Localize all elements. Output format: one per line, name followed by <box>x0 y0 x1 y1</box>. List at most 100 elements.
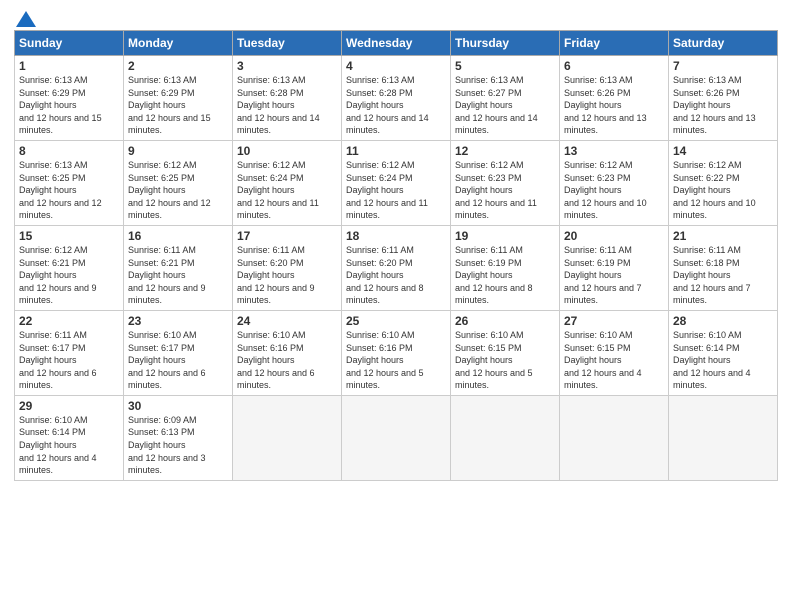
day-number: 15 <box>19 229 119 243</box>
weekday-header-friday: Friday <box>560 31 669 56</box>
day-number: 9 <box>128 144 228 158</box>
day-info: Sunrise: 6:11 AM Sunset: 6:19 PM Dayligh… <box>564 244 664 307</box>
day-number: 13 <box>564 144 664 158</box>
calendar-day-cell <box>233 395 342 480</box>
day-info: Sunrise: 6:10 AM Sunset: 6:15 PM Dayligh… <box>564 329 664 392</box>
weekday-header-wednesday: Wednesday <box>342 31 451 56</box>
day-info: Sunrise: 6:12 AM Sunset: 6:25 PM Dayligh… <box>128 159 228 222</box>
day-number: 16 <box>128 229 228 243</box>
day-number: 6 <box>564 59 664 73</box>
calendar-day-cell: 14 Sunrise: 6:12 AM Sunset: 6:22 PM Dayl… <box>669 140 778 225</box>
day-number: 12 <box>455 144 555 158</box>
day-info: Sunrise: 6:13 AM Sunset: 6:25 PM Dayligh… <box>19 159 119 222</box>
day-info: Sunrise: 6:11 AM Sunset: 6:21 PM Dayligh… <box>128 244 228 307</box>
day-number: 28 <box>673 314 773 328</box>
calendar-week-row: 15 Sunrise: 6:12 AM Sunset: 6:21 PM Dayl… <box>15 225 778 310</box>
calendar-day-cell: 25 Sunrise: 6:10 AM Sunset: 6:16 PM Dayl… <box>342 310 451 395</box>
calendar-day-cell <box>451 395 560 480</box>
day-info: Sunrise: 6:11 AM Sunset: 6:19 PM Dayligh… <box>455 244 555 307</box>
day-number: 23 <box>128 314 228 328</box>
day-info: Sunrise: 6:13 AM Sunset: 6:26 PM Dayligh… <box>564 74 664 137</box>
weekday-header-monday: Monday <box>124 31 233 56</box>
day-info: Sunrise: 6:13 AM Sunset: 6:27 PM Dayligh… <box>455 74 555 137</box>
calendar-day-cell: 22 Sunrise: 6:11 AM Sunset: 6:17 PM Dayl… <box>15 310 124 395</box>
day-info: Sunrise: 6:13 AM Sunset: 6:26 PM Dayligh… <box>673 74 773 137</box>
calendar-day-cell: 13 Sunrise: 6:12 AM Sunset: 6:23 PM Dayl… <box>560 140 669 225</box>
calendar-day-cell <box>669 395 778 480</box>
calendar-week-row: 22 Sunrise: 6:11 AM Sunset: 6:17 PM Dayl… <box>15 310 778 395</box>
calendar-day-cell: 30 Sunrise: 6:09 AM Sunset: 6:13 PM Dayl… <box>124 395 233 480</box>
day-number: 26 <box>455 314 555 328</box>
day-info: Sunrise: 6:12 AM Sunset: 6:24 PM Dayligh… <box>346 159 446 222</box>
calendar-day-cell: 10 Sunrise: 6:12 AM Sunset: 6:24 PM Dayl… <box>233 140 342 225</box>
day-info: Sunrise: 6:12 AM Sunset: 6:21 PM Dayligh… <box>19 244 119 307</box>
day-info: Sunrise: 6:11 AM Sunset: 6:17 PM Dayligh… <box>19 329 119 392</box>
calendar-day-cell: 16 Sunrise: 6:11 AM Sunset: 6:21 PM Dayl… <box>124 225 233 310</box>
calendar-day-cell: 1 Sunrise: 6:13 AM Sunset: 6:29 PM Dayli… <box>15 56 124 141</box>
day-number: 5 <box>455 59 555 73</box>
day-info: Sunrise: 6:12 AM Sunset: 6:24 PM Dayligh… <box>237 159 337 222</box>
weekday-header-thursday: Thursday <box>451 31 560 56</box>
day-number: 24 <box>237 314 337 328</box>
day-info: Sunrise: 6:10 AM Sunset: 6:16 PM Dayligh… <box>237 329 337 392</box>
logo <box>14 10 38 22</box>
calendar-day-cell: 20 Sunrise: 6:11 AM Sunset: 6:19 PM Dayl… <box>560 225 669 310</box>
day-info: Sunrise: 6:13 AM Sunset: 6:28 PM Dayligh… <box>346 74 446 137</box>
weekday-header-saturday: Saturday <box>669 31 778 56</box>
day-number: 2 <box>128 59 228 73</box>
calendar-day-cell: 19 Sunrise: 6:11 AM Sunset: 6:19 PM Dayl… <box>451 225 560 310</box>
calendar-day-cell: 5 Sunrise: 6:13 AM Sunset: 6:27 PM Dayli… <box>451 56 560 141</box>
day-info: Sunrise: 6:11 AM Sunset: 6:20 PM Dayligh… <box>237 244 337 307</box>
day-info: Sunrise: 6:11 AM Sunset: 6:18 PM Dayligh… <box>673 244 773 307</box>
day-info: Sunrise: 6:10 AM Sunset: 6:17 PM Dayligh… <box>128 329 228 392</box>
day-number: 22 <box>19 314 119 328</box>
calendar-day-cell: 15 Sunrise: 6:12 AM Sunset: 6:21 PM Dayl… <box>15 225 124 310</box>
day-number: 19 <box>455 229 555 243</box>
day-number: 30 <box>128 399 228 413</box>
calendar-day-cell: 17 Sunrise: 6:11 AM Sunset: 6:20 PM Dayl… <box>233 225 342 310</box>
day-info: Sunrise: 6:13 AM Sunset: 6:29 PM Dayligh… <box>128 74 228 137</box>
calendar-day-cell: 4 Sunrise: 6:13 AM Sunset: 6:28 PM Dayli… <box>342 56 451 141</box>
calendar-day-cell <box>342 395 451 480</box>
day-number: 10 <box>237 144 337 158</box>
calendar-day-cell: 18 Sunrise: 6:11 AM Sunset: 6:20 PM Dayl… <box>342 225 451 310</box>
day-info: Sunrise: 6:13 AM Sunset: 6:28 PM Dayligh… <box>237 74 337 137</box>
calendar-day-cell: 8 Sunrise: 6:13 AM Sunset: 6:25 PM Dayli… <box>15 140 124 225</box>
calendar-day-cell: 28 Sunrise: 6:10 AM Sunset: 6:14 PM Dayl… <box>669 310 778 395</box>
calendar-day-cell: 11 Sunrise: 6:12 AM Sunset: 6:24 PM Dayl… <box>342 140 451 225</box>
day-number: 18 <box>346 229 446 243</box>
day-number: 17 <box>237 229 337 243</box>
day-info: Sunrise: 6:12 AM Sunset: 6:23 PM Dayligh… <box>455 159 555 222</box>
day-info: Sunrise: 6:12 AM Sunset: 6:23 PM Dayligh… <box>564 159 664 222</box>
day-info: Sunrise: 6:09 AM Sunset: 6:13 PM Dayligh… <box>128 414 228 477</box>
calendar-week-row: 8 Sunrise: 6:13 AM Sunset: 6:25 PM Dayli… <box>15 140 778 225</box>
calendar-day-cell: 24 Sunrise: 6:10 AM Sunset: 6:16 PM Dayl… <box>233 310 342 395</box>
day-number: 4 <box>346 59 446 73</box>
day-number: 27 <box>564 314 664 328</box>
calendar-header-row: SundayMondayTuesdayWednesdayThursdayFrid… <box>15 31 778 56</box>
calendar-day-cell: 6 Sunrise: 6:13 AM Sunset: 6:26 PM Dayli… <box>560 56 669 141</box>
day-info: Sunrise: 6:10 AM Sunset: 6:14 PM Dayligh… <box>673 329 773 392</box>
weekday-header-tuesday: Tuesday <box>233 31 342 56</box>
calendar-day-cell: 3 Sunrise: 6:13 AM Sunset: 6:28 PM Dayli… <box>233 56 342 141</box>
calendar-day-cell: 9 Sunrise: 6:12 AM Sunset: 6:25 PM Dayli… <box>124 140 233 225</box>
header <box>14 10 778 22</box>
weekday-header-sunday: Sunday <box>15 31 124 56</box>
calendar-day-cell: 2 Sunrise: 6:13 AM Sunset: 6:29 PM Dayli… <box>124 56 233 141</box>
calendar-day-cell <box>560 395 669 480</box>
calendar-week-row: 1 Sunrise: 6:13 AM Sunset: 6:29 PM Dayli… <box>15 56 778 141</box>
day-info: Sunrise: 6:10 AM Sunset: 6:15 PM Dayligh… <box>455 329 555 392</box>
day-info: Sunrise: 6:11 AM Sunset: 6:20 PM Dayligh… <box>346 244 446 307</box>
day-number: 3 <box>237 59 337 73</box>
calendar-day-cell: 29 Sunrise: 6:10 AM Sunset: 6:14 PM Dayl… <box>15 395 124 480</box>
day-number: 14 <box>673 144 773 158</box>
day-number: 20 <box>564 229 664 243</box>
calendar-day-cell: 21 Sunrise: 6:11 AM Sunset: 6:18 PM Dayl… <box>669 225 778 310</box>
day-number: 11 <box>346 144 446 158</box>
day-number: 29 <box>19 399 119 413</box>
calendar-day-cell: 12 Sunrise: 6:12 AM Sunset: 6:23 PM Dayl… <box>451 140 560 225</box>
day-number: 7 <box>673 59 773 73</box>
day-info: Sunrise: 6:13 AM Sunset: 6:29 PM Dayligh… <box>19 74 119 137</box>
day-number: 21 <box>673 229 773 243</box>
calendar-day-cell: 23 Sunrise: 6:10 AM Sunset: 6:17 PM Dayl… <box>124 310 233 395</box>
